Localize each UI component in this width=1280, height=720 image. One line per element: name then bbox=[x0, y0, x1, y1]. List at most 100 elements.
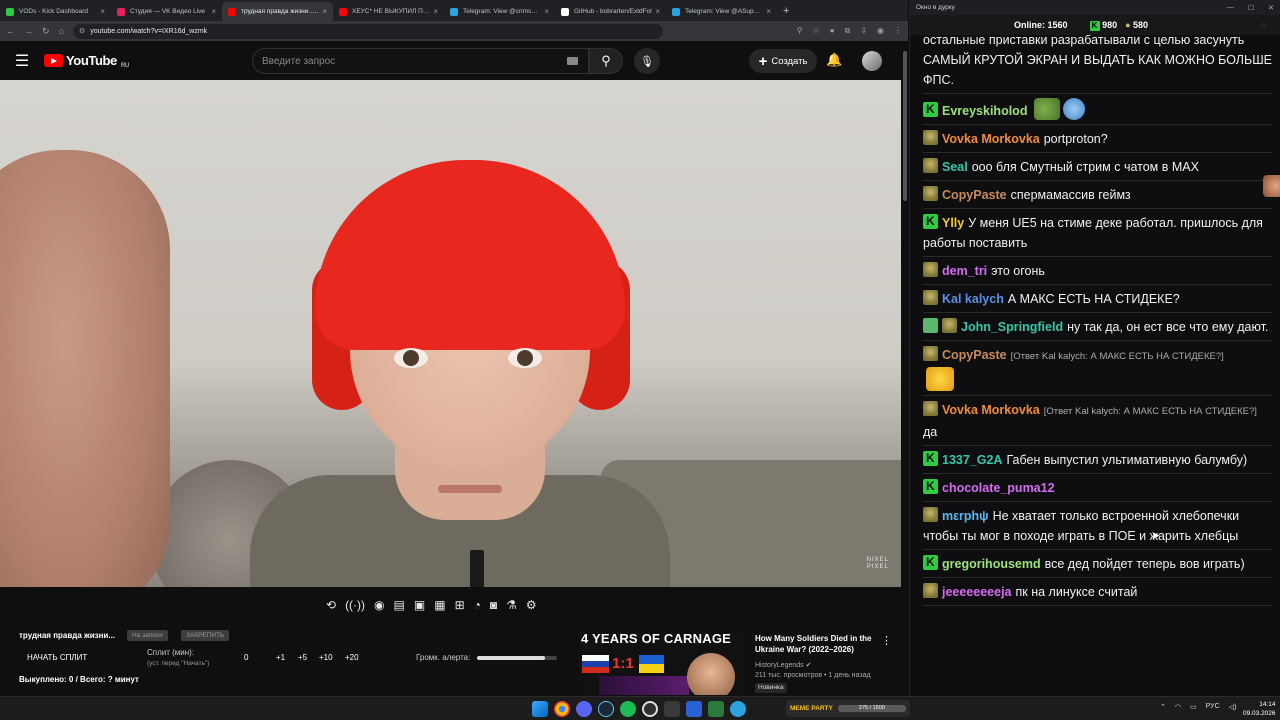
app-icon[interactable] bbox=[664, 701, 680, 717]
start-split-button[interactable]: НАЧАТЬ СПЛИТ bbox=[27, 653, 87, 662]
tab-close-icon[interactable]: × bbox=[544, 7, 549, 16]
recommended-video[interactable]: 4 YEARS OF CARNAGE 1:1 How Many Soldiers… bbox=[579, 631, 899, 695]
forward-icon[interactable]: → bbox=[24, 26, 33, 36]
search-input[interactable]: Введите запрос bbox=[252, 48, 589, 74]
chat-username[interactable]: mεrphψ bbox=[942, 509, 989, 523]
chat-message[interactable]: John_Springfield ну так да, он ест все чт… bbox=[923, 313, 1273, 341]
chat-username[interactable]: jeeeeeeeeja bbox=[942, 585, 1012, 599]
battery-icon[interactable]: ▭ bbox=[1190, 703, 1197, 711]
language-indicator[interactable]: РУС bbox=[1206, 703, 1220, 711]
tab-close-icon[interactable]: × bbox=[211, 7, 216, 16]
youtube-logo[interactable]: YouTube RU bbox=[44, 53, 129, 69]
telegram-icon[interactable] bbox=[730, 701, 746, 717]
chat-username[interactable]: John_Springfield bbox=[961, 320, 1063, 334]
chat-username[interactable]: Kal kalych bbox=[942, 292, 1004, 306]
more-options-icon[interactable]: ⋮ bbox=[881, 634, 892, 647]
reload-icon[interactable]: ↻ bbox=[42, 26, 50, 37]
zoom-icon[interactable]: ⚲ bbox=[797, 26, 803, 36]
chat-message[interactable]: CopyPaste [Ответ Kal kalych: А МАКС ЕСТЬ … bbox=[923, 341, 1273, 396]
screenshot-camera-icon[interactable]: ◙ bbox=[490, 598, 497, 612]
recommended-channel[interactable]: HistoryLegends ✔ bbox=[755, 661, 811, 669]
chat-username[interactable]: Vovka Morkovka bbox=[942, 403, 1040, 417]
picture-in-picture-icon[interactable]: ▣ bbox=[414, 598, 425, 612]
editor-app-icon[interactable] bbox=[708, 701, 724, 717]
chat-username[interactable]: dem_tri bbox=[942, 264, 987, 278]
notifications-bell-icon[interactable]: 🔔 bbox=[826, 52, 842, 68]
download-icon[interactable]: ⇩ bbox=[860, 26, 867, 36]
tab-close-icon[interactable]: × bbox=[322, 7, 327, 16]
chat-message[interactable]: CopyPaste спермамассив геймз bbox=[923, 181, 1273, 209]
bookmark-star-icon[interactable]: ☆ bbox=[813, 26, 820, 36]
chat-username[interactable]: Vovka Morkovka bbox=[942, 132, 1040, 146]
chat-username[interactable]: Seal bbox=[942, 160, 968, 174]
add-screen-icon[interactable]: ⊞ bbox=[455, 598, 465, 612]
chat-message[interactable]: gregorihousemdвсе дед пойдет теперь вов … bbox=[923, 550, 1273, 578]
start-menu-icon[interactable] bbox=[532, 701, 548, 717]
chat-username[interactable]: 1337_G2A bbox=[942, 453, 1002, 467]
tab-close-icon[interactable]: × bbox=[100, 7, 105, 16]
maximize-icon[interactable]: ☐ bbox=[1248, 4, 1254, 12]
alert-volume-slider[interactable] bbox=[477, 656, 557, 660]
tab-close-icon[interactable]: × bbox=[766, 7, 771, 16]
recommended-title[interactable]: How Many Soldiers Died in the Ukraine Wa… bbox=[755, 634, 880, 656]
profile-icon[interactable]: ◉ bbox=[877, 26, 884, 36]
menu-icon[interactable]: ⋮ bbox=[894, 26, 902, 36]
chat-message[interactable]: dem_tri это огонь bbox=[923, 257, 1273, 285]
chat-username[interactable]: CopyPaste bbox=[942, 188, 1007, 202]
new-tab-button[interactable]: + bbox=[777, 2, 795, 21]
minimize-icon[interactable]: — bbox=[1227, 4, 1234, 12]
avatar[interactable] bbox=[862, 51, 882, 71]
chat-username[interactable]: CopyPaste bbox=[942, 348, 1007, 362]
search-button[interactable]: ⚲ bbox=[589, 48, 623, 74]
extensions-puzzle-icon[interactable]: ⧉ bbox=[845, 26, 851, 36]
flask-icon[interactable]: ⚗ bbox=[506, 598, 517, 612]
keyboard-icon[interactable] bbox=[567, 57, 578, 65]
site-info-icon[interactable]: ⚙ bbox=[79, 27, 85, 35]
browser-tab[interactable]: ХЕУС* НЕ ВЫКУПИЛ ПОС × bbox=[333, 2, 444, 21]
plus-5-button[interactable]: +5 bbox=[298, 653, 307, 662]
discord-icon[interactable] bbox=[576, 701, 592, 717]
steam-icon[interactable] bbox=[598, 701, 614, 717]
spotify-icon[interactable] bbox=[620, 701, 636, 717]
chat-message[interactable]: 1337_G2A Габен выпустил ультимативную бал… bbox=[923, 446, 1273, 474]
player-app-icon[interactable] bbox=[686, 701, 702, 717]
home-icon[interactable]: ⌂ bbox=[59, 26, 64, 36]
chat-message[interactable]: Seal ооо бля Смутный стрим с чатом в MAX bbox=[923, 153, 1273, 181]
plus-1-button[interactable]: +1 bbox=[276, 653, 285, 662]
loop-icon[interactable]: ⟲ bbox=[326, 598, 336, 612]
chat-message[interactable]: остальные приставки разрабатывали с цель… bbox=[923, 35, 1273, 94]
extension-icon[interactable]: ● bbox=[830, 26, 835, 36]
recording-pill[interactable]: На записи bbox=[127, 630, 168, 641]
chrome-icon[interactable] bbox=[554, 701, 570, 717]
chat-message[interactable]: Kal kalych А МАКС ЕСТЬ НА СТИДЕКЕ? bbox=[923, 285, 1273, 313]
tab-close-icon[interactable]: × bbox=[655, 7, 660, 16]
voice-search-button[interactable]: 🎙 bbox=[634, 48, 660, 74]
plus-20-button[interactable]: +20 bbox=[345, 653, 359, 662]
audio-waves-icon[interactable]: ((·)) bbox=[345, 598, 365, 612]
grid-icon[interactable]: ▦ bbox=[434, 598, 445, 612]
film-icon[interactable]: ▤ bbox=[394, 598, 405, 612]
chat-username[interactable]: Ylly bbox=[942, 216, 964, 230]
chat-username[interactable]: chocolate_puma12 bbox=[942, 481, 1055, 495]
chat-message[interactable]: chocolate_puma12 bbox=[923, 175, 1280, 502]
create-button[interactable]: + Создать bbox=[749, 49, 817, 73]
chat-username[interactable]: Evreyskiholod bbox=[942, 104, 1027, 118]
chat-message[interactable]: jeeeeeeeeja пк на линуксе считай bbox=[923, 578, 1273, 606]
chat-message[interactable]: YllyУ меня UE5 на стиме деке работал. пр… bbox=[923, 209, 1273, 257]
back-icon[interactable]: ← bbox=[6, 26, 15, 36]
browser-tab[interactable]: VODs - Kick Dashboard × bbox=[0, 2, 111, 21]
refresh-icon[interactable]: ◌ bbox=[1261, 20, 1266, 30]
settings-gear-icon[interactable]: ⚙ bbox=[526, 598, 537, 612]
pin-pill[interactable]: ЗАКРЕПИТЬ bbox=[181, 630, 230, 641]
chat-message[interactable]: mεrphψ Не хватает только встроенной хлебо… bbox=[923, 502, 1273, 550]
scrollbar-thumb[interactable] bbox=[903, 51, 907, 201]
browser-tab[interactable]: Студия — VK Видео Live × bbox=[111, 2, 222, 21]
menu-hamburger-icon[interactable]: ☰ bbox=[0, 51, 44, 71]
obs-icon[interactable] bbox=[642, 701, 658, 717]
browser-tab[interactable]: GitHub - bobrarten/ExtdFol × bbox=[555, 2, 666, 21]
chat-message[interactable]: Evreyskiholod bbox=[923, 94, 1273, 125]
browser-tab[interactable]: Telegram: View @crimsoncb × bbox=[444, 2, 555, 21]
address-bar[interactable]: ⚙ youtube.com/watch?v=IXR16d_wzmk bbox=[72, 23, 663, 39]
eye-icon[interactable]: ◉ bbox=[374, 598, 384, 612]
tab-close-icon[interactable]: × bbox=[433, 7, 438, 16]
